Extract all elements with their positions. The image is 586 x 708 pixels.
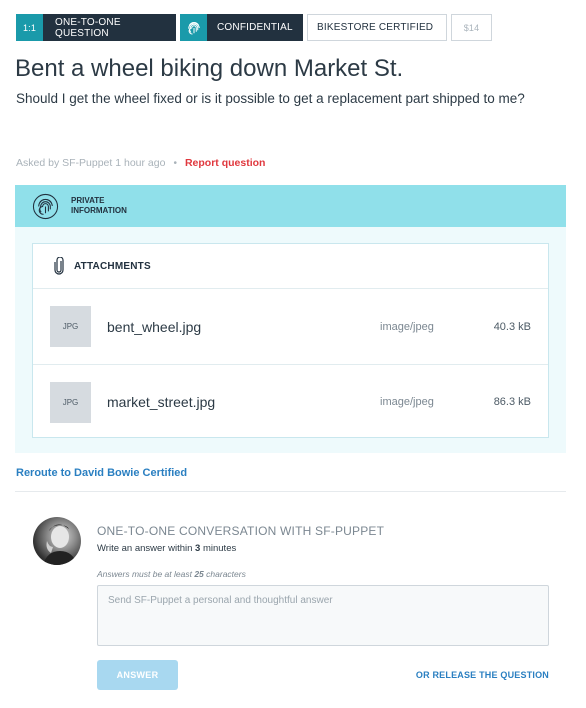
file-type: image/jpeg [380,396,434,408]
release-question-link[interactable]: OR RELEASE THE QUESTION [416,670,549,680]
answer-min-length-note: Answers must be at least 25 characters [97,569,246,579]
paperclip-icon [54,257,64,275]
file-thumbnail: JPG [50,381,91,423]
file-thumbnail: JPG [50,306,91,347]
report-question-link[interactable]: Report question [185,157,266,169]
asked-by-text: Asked by SF-Puppet 1 hour ago [16,157,166,169]
file-name[interactable]: bent_wheel.jpg [107,319,201,335]
attachments-panel: ATTACHMENTS JPG bent_wheel.jpg image/jpe… [32,243,549,438]
reroute-link[interactable]: Reroute to David Bowie Certified [16,467,187,479]
private-information-header: PRIVATE INFORMATION [15,185,566,227]
answer-time-limit: Write an answer within 3 minutes [97,543,237,554]
file-size: 40.3 kB [493,320,531,333]
file-size: 86.3 kB [493,396,531,408]
section-divider [15,491,566,492]
file-name[interactable]: market_street.jpg [107,394,215,410]
fingerprint-icon [32,193,59,219]
certified-tag: BIKESTORE CERTIFIED [307,14,447,41]
question-body: Should I get the wheel fixed or is it po… [16,91,525,106]
question-title: Bent a wheel biking down Market St. [15,55,404,82]
conversation-title: ONE-TO-ONE CONVERSATION WITH SF-PUPPET [97,524,385,538]
answer-input[interactable] [97,585,549,646]
attachment-row[interactable]: JPG bent_wheel.jpg image/jpeg 40.3 kB [33,289,548,364]
confidential-tag: CONFIDENTIAL [207,14,303,41]
fingerprint-icon [180,14,207,41]
one-to-one-badge: 1:1 [16,14,43,41]
private-information-label: PRIVATE INFORMATION [71,196,127,215]
price-tag: $14 [451,14,492,41]
file-type: image/jpeg [380,320,434,333]
attachments-header: ATTACHMENTS [33,244,548,289]
answer-button[interactable]: ANSWER [97,660,178,690]
avatar [33,517,81,565]
question-meta: Asked by SF-Puppet 1 hour ago • Report q… [16,157,265,169]
attachments-label: ATTACHMENTS [74,260,151,272]
attachment-row[interactable]: JPG market_street.jpg image/jpeg 86.3 kB [33,364,548,439]
separator-dot: • [173,157,177,169]
question-tags: 1:1 ONE-TO-ONE QUESTION CONFIDENTIAL BIK… [16,14,492,41]
one-to-one-tag: ONE-TO-ONE QUESTION [43,14,176,41]
